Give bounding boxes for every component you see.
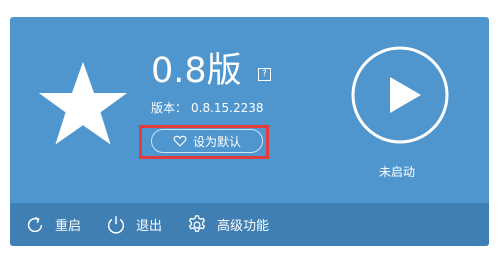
version-value: 0.8.15.2238: [191, 101, 264, 115]
restart-icon: [27, 216, 43, 232]
heart-icon: [173, 135, 187, 147]
play-icon: [351, 46, 449, 144]
exit-button[interactable]: 退出: [105, 214, 162, 236]
start-button[interactable]: [350, 45, 450, 145]
restart-button[interactable]: 重启: [24, 214, 81, 236]
version-label: 版本：: [151, 101, 188, 115]
footer-bar: 重启 退出 高级功能: [10, 203, 489, 246]
edition-title: 0.8版: [151, 51, 242, 91]
set-default-label: 设为默认: [192, 134, 241, 149]
advanced-label: 高级功能: [217, 219, 270, 234]
star-icon: [37, 59, 129, 151]
app-panel: 0.8版 ? 版本： 0.8.15.2238 设为默认 未启动 重启 退出 高级…: [10, 17, 489, 246]
set-default-button[interactable]: 设为默认: [151, 129, 263, 153]
power-icon: [107, 215, 125, 234]
question-mark-icon[interactable]: ?: [258, 68, 271, 81]
gear-icon: [188, 214, 206, 232]
version-info: 版本： 0.8.15.2238: [151, 99, 268, 116]
advanced-button[interactable]: 高级功能: [186, 214, 269, 236]
exit-label: 退出: [136, 219, 163, 234]
status-label: 未启动: [379, 165, 416, 179]
restart-label: 重启: [55, 219, 82, 234]
